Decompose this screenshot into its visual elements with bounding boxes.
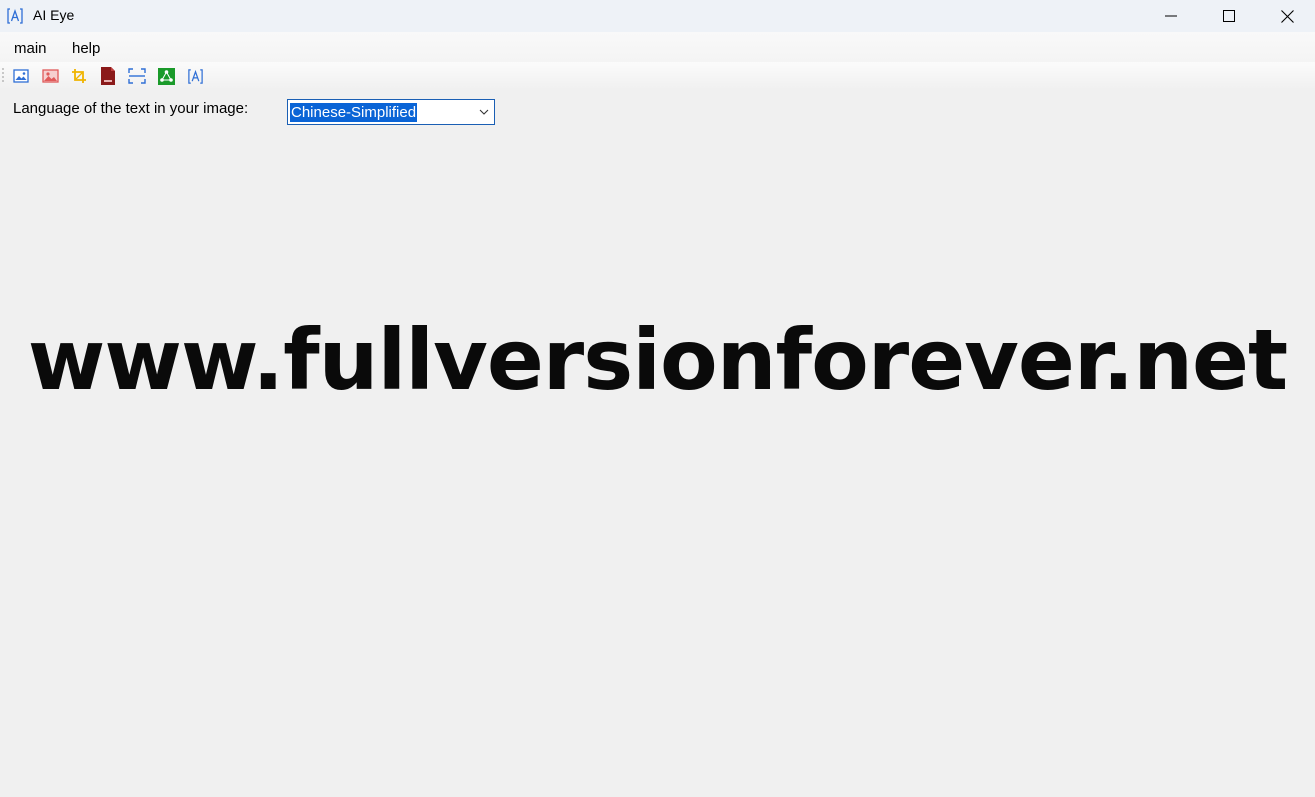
language-label: Language of the text in your image: <box>13 100 249 117</box>
maximize-button[interactable] <box>1200 0 1258 32</box>
language-select[interactable]: Chinese-Simplified <box>287 99 495 125</box>
crop-button[interactable] <box>69 66 89 86</box>
image-icon <box>13 69 29 83</box>
ocr-button[interactable] <box>185 66 205 86</box>
screen-capture-icon <box>128 68 146 84</box>
screen-capture-button[interactable] <box>127 66 147 86</box>
title-bar: AI Eye <box>0 0 1315 32</box>
menu-main[interactable]: main <box>14 40 47 57</box>
language-selected-value: Chinese-Simplified <box>290 103 418 122</box>
close-button[interactable] <box>1258 0 1315 32</box>
photo-icon <box>41 69 59 83</box>
pdf-button[interactable] <box>98 66 118 86</box>
ocr-icon <box>187 68 203 84</box>
minimize-button[interactable] <box>1142 0 1200 32</box>
menu-bar: main help <box>0 32 1315 62</box>
menu-help[interactable]: help <box>72 40 100 57</box>
open-photo-button[interactable] <box>40 66 60 86</box>
image-text: www.fullversionforever.net <box>27 311 1288 409</box>
share-icon <box>157 67 175 85</box>
pdf-icon <box>101 67 115 85</box>
app-logo-icon <box>6 7 24 25</box>
minimize-icon <box>1165 15 1177 17</box>
crop-icon <box>72 69 86 83</box>
close-icon <box>1280 9 1294 23</box>
window-title: AI Eye <box>33 7 75 23</box>
share-button[interactable] <box>156 66 176 86</box>
maximize-icon <box>1223 10 1235 22</box>
open-image-button[interactable] <box>11 66 31 86</box>
toolbar <box>0 62 1315 90</box>
toolbar-grip[interactable] <box>2 67 4 83</box>
image-canvas: www.fullversionforever.net <box>0 130 1315 797</box>
chevron-down-icon <box>479 109 489 115</box>
